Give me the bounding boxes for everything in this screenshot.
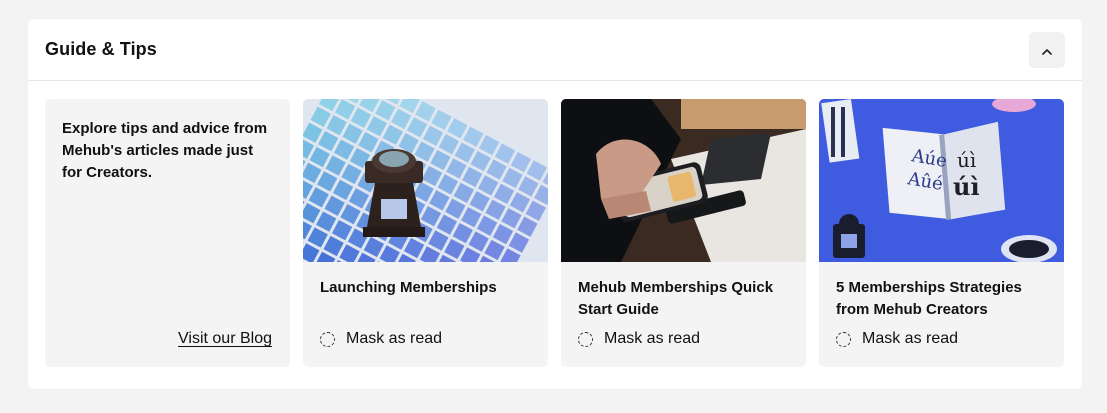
article-card[interactable]: Mehub Memberships Quick Start Guide Mask… (561, 99, 806, 367)
panel-title: Guide & Tips (45, 39, 157, 59)
article-card[interactable]: Launching Memberships Mask as read (303, 99, 548, 367)
article-title: Launching Memberships (320, 279, 497, 296)
dashed-circle-icon (578, 331, 593, 347)
svg-text:úì: úì (953, 172, 980, 201)
mark-as-read-button[interactable]: Mask as read (320, 330, 442, 348)
hand-holding-phone-image (561, 99, 806, 262)
floating-books-on-blue-image: Aúe Aûé úì úì (819, 99, 1064, 262)
article-title: Mehub Memberships Quick Start Guide (578, 279, 774, 318)
intro-text: Explore tips and advice from Mehub's art… (62, 120, 268, 181)
mark-as-read-button[interactable]: Mask as read (578, 330, 700, 348)
guide-tips-panel: Guide & Tips Explore tips and advice fro… (28, 19, 1082, 389)
mark-as-read-label: Mask as read (862, 330, 959, 347)
mark-as-read-label: Mask as read (604, 330, 701, 347)
svg-text:úì: úì (957, 148, 976, 172)
panel-header: Guide & Tips (28, 19, 1082, 81)
chevron-up-icon (1042, 43, 1052, 58)
intro-card: Explore tips and advice from Mehub's art… (45, 99, 290, 367)
dashed-circle-icon (836, 331, 851, 347)
collapse-button[interactable] (1029, 32, 1065, 68)
article-title: 5 Memberships Strategies from Mehub Crea… (836, 279, 1022, 318)
visit-blog-link[interactable]: Visit our Blog (178, 330, 272, 348)
color-swatch-with-loupe-image (303, 99, 548, 262)
mark-as-read-button[interactable]: Mask as read (836, 330, 958, 348)
mark-as-read-label: Mask as read (346, 330, 443, 347)
article-card[interactable]: Aúe Aûé úì úì 5 Memberships Strategies f… (819, 99, 1064, 367)
cards-row: Explore tips and advice from Mehub's art… (45, 99, 1066, 367)
dashed-circle-icon (320, 331, 335, 347)
